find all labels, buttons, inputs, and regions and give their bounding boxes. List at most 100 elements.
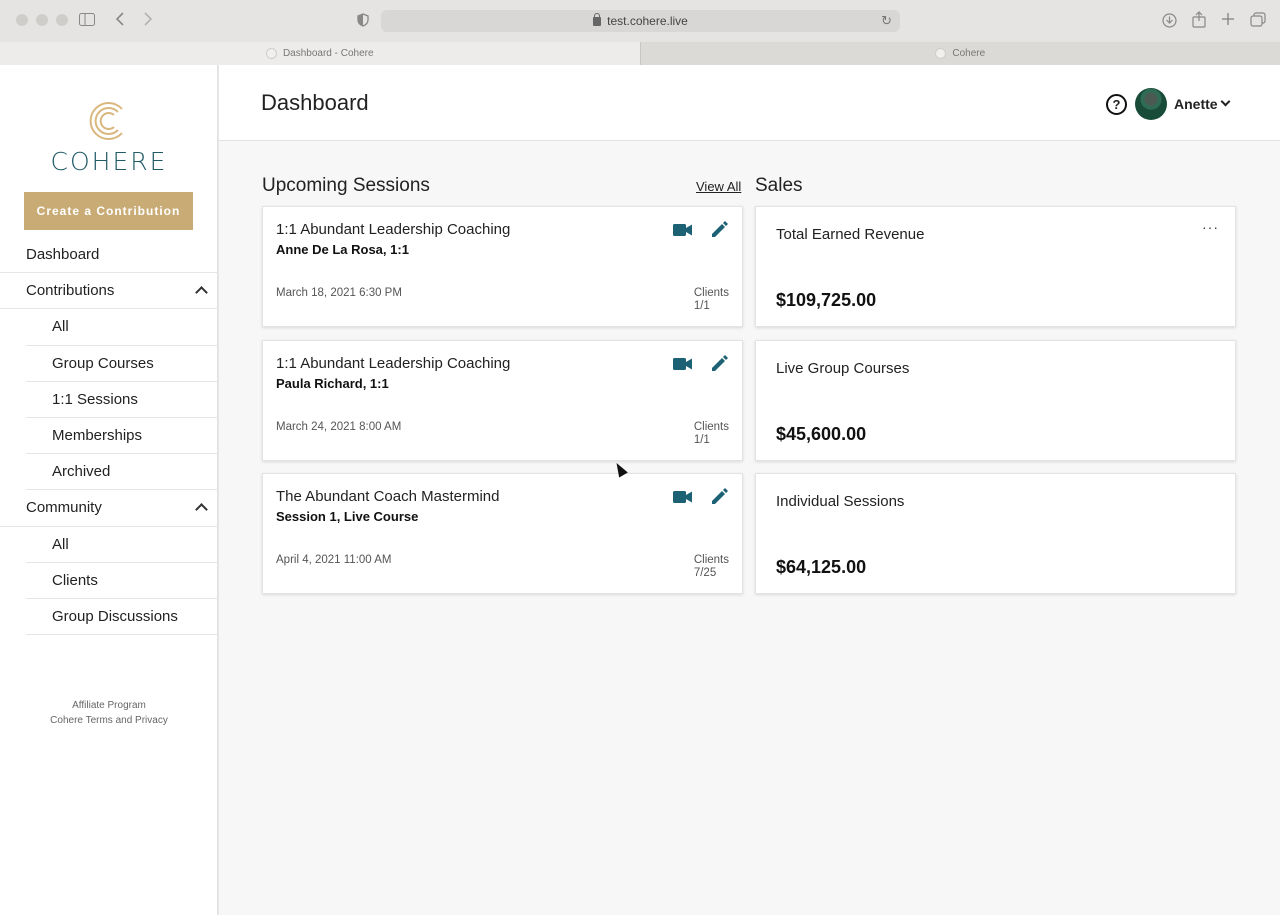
sales-card-individual-sessions: Individual Sessions $64,125.00	[755, 473, 1236, 594]
page-title: Dashboard	[261, 90, 369, 115]
session-card[interactable]: 1:1 Abundant Leadership Coaching Paula R…	[262, 340, 743, 461]
logo-text: COHERE	[50, 147, 168, 176]
reload-icon[interactable]: ↻	[881, 13, 892, 29]
sidebar: COHERE Create a Contribution Dashboard C…	[0, 65, 218, 915]
sidebar-item-community[interactable]: Community	[0, 490, 218, 527]
lock-icon	[593, 12, 602, 26]
cohere-logo-icon	[89, 102, 123, 140]
sidebar-item-dashboard[interactable]: Dashboard	[0, 237, 218, 274]
sales-title: Sales	[755, 175, 803, 196]
share-icon[interactable]	[1192, 11, 1206, 32]
session-title: The Abundant Coach Mastermind	[276, 488, 500, 505]
session-title: 1:1 Abundant Leadership Coaching	[276, 221, 511, 238]
session-subtitle: Paula Richard, 1:1	[276, 376, 389, 391]
sales-card-title: Live Group Courses	[776, 360, 910, 377]
session-subtitle: Session 1, Live Course	[276, 509, 419, 524]
sales-card-value: $64,125.00	[776, 557, 867, 577]
downloads-icon[interactable]	[1162, 13, 1177, 32]
clients-count: 1/1	[693, 300, 710, 312]
clients-label: Clients	[693, 421, 729, 433]
browser-chrome: test.cohere.live ↻ Dashboard - Cohere Co…	[0, 0, 1280, 65]
sidebar-item-group-courses[interactable]: Group Courses	[26, 346, 218, 382]
session-card[interactable]: 1:1 Abundant Leadership Coaching Anne De…	[262, 206, 743, 327]
address-bar[interactable]: test.cohere.live ↻	[381, 10, 900, 32]
sidebar-item-archived[interactable]: Archived	[26, 454, 218, 491]
avatar[interactable]	[1135, 88, 1167, 120]
cohere-favicon-icon	[935, 48, 947, 59]
session-date: March 18, 2021 6:30 PM	[276, 287, 402, 299]
session-date: April 4, 2021 11:00 AM	[276, 554, 392, 566]
clients-label: Clients	[693, 287, 729, 299]
tab-label: Cohere	[952, 48, 986, 59]
main-content: Dashboard ? Anette Upcoming Sessions Vie…	[219, 65, 1280, 915]
sidebar-item-community-all[interactable]: All	[26, 527, 218, 563]
sales-card-title: Individual Sessions	[776, 493, 905, 510]
sidebar-item-1-1-sessions[interactable]: 1:1 Sessions	[26, 382, 218, 418]
session-date: March 24, 2021 8:00 AM	[276, 421, 402, 433]
video-camera-icon[interactable]	[673, 491, 692, 503]
sidebar-nav: Dashboard Contributions All Group Course…	[0, 237, 218, 636]
session-subtitle: Anne De La Rosa, 1:1	[276, 242, 409, 257]
sidebar-item-label: 1:1 Sessions	[52, 390, 138, 408]
sidebar-item-clients[interactable]: Clients	[26, 563, 218, 599]
tab-overview-icon[interactable]	[1250, 12, 1266, 31]
tab-bar: Dashboard - Cohere Cohere	[0, 42, 1280, 65]
url-text: test.cohere.live	[607, 14, 688, 28]
close-window-button[interactable]	[16, 14, 28, 26]
window-controls	[16, 14, 68, 26]
sidebar-item-label: Memberships	[52, 427, 143, 445]
view-all-link[interactable]: View All	[696, 179, 741, 194]
sidebar-item-group-discussions[interactable]: Group Discussions	[26, 599, 218, 636]
affiliate-program-link[interactable]: Affiliate Program	[0, 698, 218, 713]
terms-privacy-link[interactable]: Cohere Terms and Privacy	[0, 713, 218, 728]
sales-card-total-revenue: Total Earned Revenue ··· $109,725.00	[755, 206, 1236, 327]
privacy-shield-icon[interactable]	[357, 13, 369, 31]
sidebar-item-label: All	[52, 535, 69, 553]
cohere-logo[interactable]: COHERE	[0, 99, 218, 176]
clients-label: Clients	[693, 554, 729, 566]
upcoming-sessions-title: Upcoming Sessions	[262, 175, 430, 196]
create-contribution-button[interactable]: Create a Contribution	[24, 192, 193, 230]
page-header: Dashboard ? Anette	[219, 65, 1280, 141]
cohere-favicon-icon	[265, 48, 277, 59]
new-tab-icon[interactable]	[1221, 12, 1235, 30]
session-title: 1:1 Abundant Leadership Coaching	[276, 355, 511, 372]
sales-card-title: Total Earned Revenue	[776, 226, 925, 243]
session-clients: Clients 1/1	[694, 421, 729, 447]
maximize-window-button[interactable]	[56, 14, 68, 26]
session-card[interactable]: The Abundant Coach Mastermind Session 1,…	[262, 473, 743, 594]
chevron-down-icon[interactable]	[1220, 96, 1231, 107]
sales-card-value: $45,600.00	[776, 424, 867, 444]
chevron-up-icon[interactable]	[195, 503, 208, 517]
chevron-up-icon[interactable]	[195, 286, 208, 300]
sidebar-item-contributions[interactable]: Contributions	[0, 273, 218, 310]
sidebar-item-contributions-all[interactable]: All	[26, 309, 218, 346]
sidebar-toggle-icon[interactable]	[79, 13, 95, 30]
sidebar-item-label: Group Discussions	[52, 607, 178, 625]
sidebar-item-memberships[interactable]: Memberships	[26, 418, 218, 455]
minimize-window-button[interactable]	[36, 14, 48, 26]
clients-count: 7/25	[693, 567, 717, 579]
user-name[interactable]: Anette	[1174, 96, 1218, 112]
sidebar-item-label: Dashboard	[26, 246, 100, 264]
clients-count: 1/1	[693, 434, 710, 446]
sidebar-item-label: Contributions	[26, 282, 115, 300]
sidebar-item-label: Community	[26, 499, 102, 517]
video-camera-icon[interactable]	[673, 358, 692, 370]
pencil-edit-icon[interactable]	[711, 488, 728, 505]
tab-dashboard[interactable]: Dashboard - Cohere	[0, 42, 640, 65]
tab-label: Dashboard - Cohere	[282, 48, 374, 59]
sales-card-live-group-courses: Live Group Courses $45,600.00	[755, 340, 1236, 461]
sidebar-item-label: All	[52, 318, 69, 336]
tab-cohere[interactable]: Cohere	[639, 42, 1280, 65]
sidebar-footer: Affiliate Program Cohere Terms and Priva…	[0, 698, 218, 728]
sidebar-item-label: Group Courses	[52, 354, 154, 372]
pencil-edit-icon[interactable]	[711, 355, 728, 372]
forward-icon[interactable]	[143, 12, 153, 30]
video-camera-icon[interactable]	[673, 224, 692, 236]
back-icon[interactable]	[115, 12, 125, 30]
more-options-icon[interactable]: ···	[1202, 219, 1219, 235]
sales-card-value: $109,725.00	[776, 290, 877, 310]
help-icon[interactable]: ?	[1106, 94, 1127, 115]
pencil-edit-icon[interactable]	[711, 221, 728, 238]
